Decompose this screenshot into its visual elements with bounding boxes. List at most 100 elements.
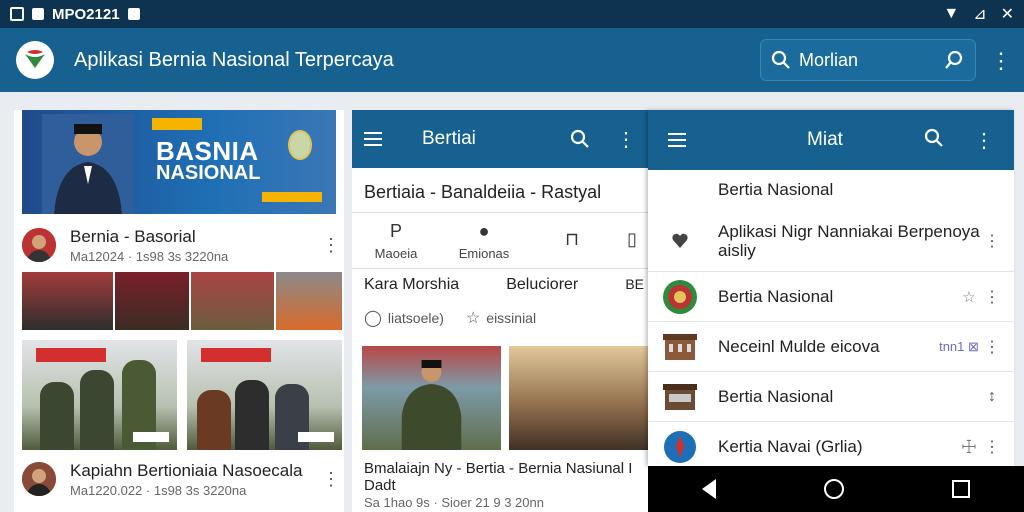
item-title: Kara Morshia xyxy=(364,276,460,293)
badge-icon xyxy=(662,429,698,465)
search-submit-icon[interactable] xyxy=(943,49,965,71)
photo-image xyxy=(22,272,113,330)
item-title: Bertia Nasional xyxy=(718,180,834,199)
close-icon[interactable]: ✕ xyxy=(1001,4,1014,24)
news-panel-middle: Bertiai ⋮ Bertiaia - Banaldeiia - Rastya… xyxy=(352,110,648,512)
item-title: Neceinl Mulde eicova xyxy=(718,336,880,356)
star-icon[interactable]: ☆ xyxy=(954,288,984,306)
app-title: Aplikasi Bernia Nasional Terpercaya xyxy=(74,48,394,71)
carrier-label: MPO2121 xyxy=(52,5,120,23)
banner-subtitle: NASIONAL xyxy=(156,162,261,184)
category-tabs: P Maoeia ● Emionas ⊓ ▯ xyxy=(352,214,648,268)
notification-icon xyxy=(32,8,44,20)
list-item[interactable]: Bertia Nasional ☆ ⋮ xyxy=(648,272,1014,322)
item-title: Aplikasi Nigr Nanniakai Berpenoya aisliy xyxy=(718,221,980,260)
signal-icon: ⊿ xyxy=(973,6,987,23)
search-input[interactable] xyxy=(799,49,929,71)
list-item[interactable]: Kapiahn Bertioniaia Nasoecala Ma1220.022… xyxy=(22,456,340,502)
article-caption[interactable]: Bmalaiajn Ny - Bertia - Bernia Nasiunal … xyxy=(364,460,644,511)
wifi-icon: ▼ xyxy=(943,5,960,22)
news-label xyxy=(36,348,106,362)
headline[interactable]: Bertiaia - Banaldeiia - Rastyal xyxy=(364,182,601,203)
list-item[interactable]: Aplikasi Nigr Nanniakai Berpenoya aisliy… xyxy=(648,210,1014,272)
list-item[interactable]: Bertia Nasional xyxy=(648,170,1014,210)
search-box[interactable] xyxy=(760,39,976,81)
star-icon[interactable]: ☆ xyxy=(466,308,480,328)
row-meta: Ma12024 · 1s98 3s 3220na xyxy=(70,248,229,264)
list-item[interactable]: Neceinl Mulde eicova tnn1 ⊠ ⋮ xyxy=(648,322,1014,372)
kebab-icon[interactable]: ⋮ xyxy=(984,287,1000,307)
search-icon xyxy=(771,50,790,69)
avatar xyxy=(22,228,56,262)
figure-image xyxy=(235,380,269,450)
caption-title: Bmalaiajn Ny - Bertia - Bernia Nasiunal … xyxy=(364,460,633,494)
row-title: Kapiahn Bertioniaia Nasoecala xyxy=(70,460,303,480)
menu-icon[interactable] xyxy=(668,133,686,147)
logo-icon xyxy=(25,50,45,68)
kebab-icon[interactable]: ⋮ xyxy=(984,231,1000,251)
menu-icon[interactable] xyxy=(364,132,382,146)
list-item[interactable]: Kara Morshia Beluciorer BE ◯ liatsoele) … xyxy=(364,276,644,328)
kebab-icon[interactable]: ⋮ xyxy=(984,437,1000,457)
row-meta: Ma1220.022 · 1s98 3s 3220na xyxy=(70,482,247,498)
item-trail[interactable]: tnn1 ⊠ xyxy=(934,339,984,355)
photo-tile xyxy=(22,340,177,450)
bookmark-icon: ⊓ xyxy=(564,228,580,249)
photo-image xyxy=(509,346,648,450)
tab-bookmark[interactable]: ⊓ xyxy=(528,214,616,268)
avatar xyxy=(22,462,56,496)
photo-row[interactable] xyxy=(362,346,648,450)
photo-image xyxy=(275,272,342,330)
gallery-icon xyxy=(10,7,24,21)
tab-label: Maoeia xyxy=(374,246,418,261)
timestamp-badge xyxy=(133,432,169,442)
timestamp-badge xyxy=(298,432,334,442)
more-options-icon[interactable]: ⋮ xyxy=(974,128,994,153)
kebab-icon[interactable]: ⋮ xyxy=(322,469,340,490)
seal-icon xyxy=(288,130,312,160)
hero-banner[interactable]: BASNIA NASIONAL xyxy=(22,110,336,214)
comment-icon[interactable]: ◯ xyxy=(364,308,382,328)
item-title: Bertia Nasional xyxy=(718,386,834,406)
back-icon[interactable] xyxy=(702,479,716,499)
search-icon[interactable] xyxy=(924,128,944,148)
photo-strip[interactable] xyxy=(22,272,342,330)
kebab-icon[interactable]: ⋮ xyxy=(984,337,1000,357)
page-icon: ▯ xyxy=(627,228,637,249)
list-item[interactable]: Kertia Navai (Grlia) ☩ ⋮ xyxy=(648,422,1014,466)
system-nav-bar xyxy=(648,466,1024,512)
download-icon xyxy=(127,8,140,20)
recents-icon[interactable] xyxy=(952,480,970,498)
photo-grid[interactable] xyxy=(22,340,342,450)
divider xyxy=(352,212,648,213)
figure-image xyxy=(80,370,114,450)
status-bar: MPO2121 ▼ ⊿ ✕ xyxy=(0,0,1024,28)
toolbar-title: Miat xyxy=(807,129,843,150)
sort-icon[interactable]: ↕ xyxy=(984,388,1000,406)
photo-image xyxy=(191,272,274,330)
emblem-icon xyxy=(662,279,698,315)
list-item[interactable]: Bernia - Basorial Ma12024 · 1s98 3s 3220… xyxy=(22,222,340,268)
tab-page[interactable]: ▯ xyxy=(616,214,648,268)
item-trail[interactable]: ☩ xyxy=(954,437,984,458)
heart-icon xyxy=(662,223,698,259)
tab-label: Emionas xyxy=(458,246,510,261)
app-logo xyxy=(16,41,54,79)
tab-maoeia[interactable]: P Maoeia xyxy=(352,214,440,268)
search-icon[interactable] xyxy=(570,129,590,149)
toolbar-title: Bertiai xyxy=(422,128,476,149)
person-image xyxy=(42,114,134,214)
news-panel-right: Miat ⋮ Bertia Nasional Aplikasi Nigr Nan… xyxy=(648,110,1014,466)
kebab-icon[interactable]: ⋮ xyxy=(322,235,340,256)
list-item[interactable]: Bertia Nasional ↕ xyxy=(648,372,1014,422)
more-options-icon[interactable]: ⋮ xyxy=(990,48,1012,74)
more-options-icon[interactable]: ⋮ xyxy=(616,127,636,152)
item-subtitle: Beluciorer xyxy=(506,276,579,293)
row-title: Bernia - Basorial xyxy=(70,226,196,246)
item-badge: BE xyxy=(625,276,644,292)
building-icon xyxy=(662,329,698,365)
home-icon[interactable] xyxy=(824,479,844,499)
tab-emionas[interactable]: ● Emionas xyxy=(440,214,528,268)
photo-tile xyxy=(187,340,342,450)
